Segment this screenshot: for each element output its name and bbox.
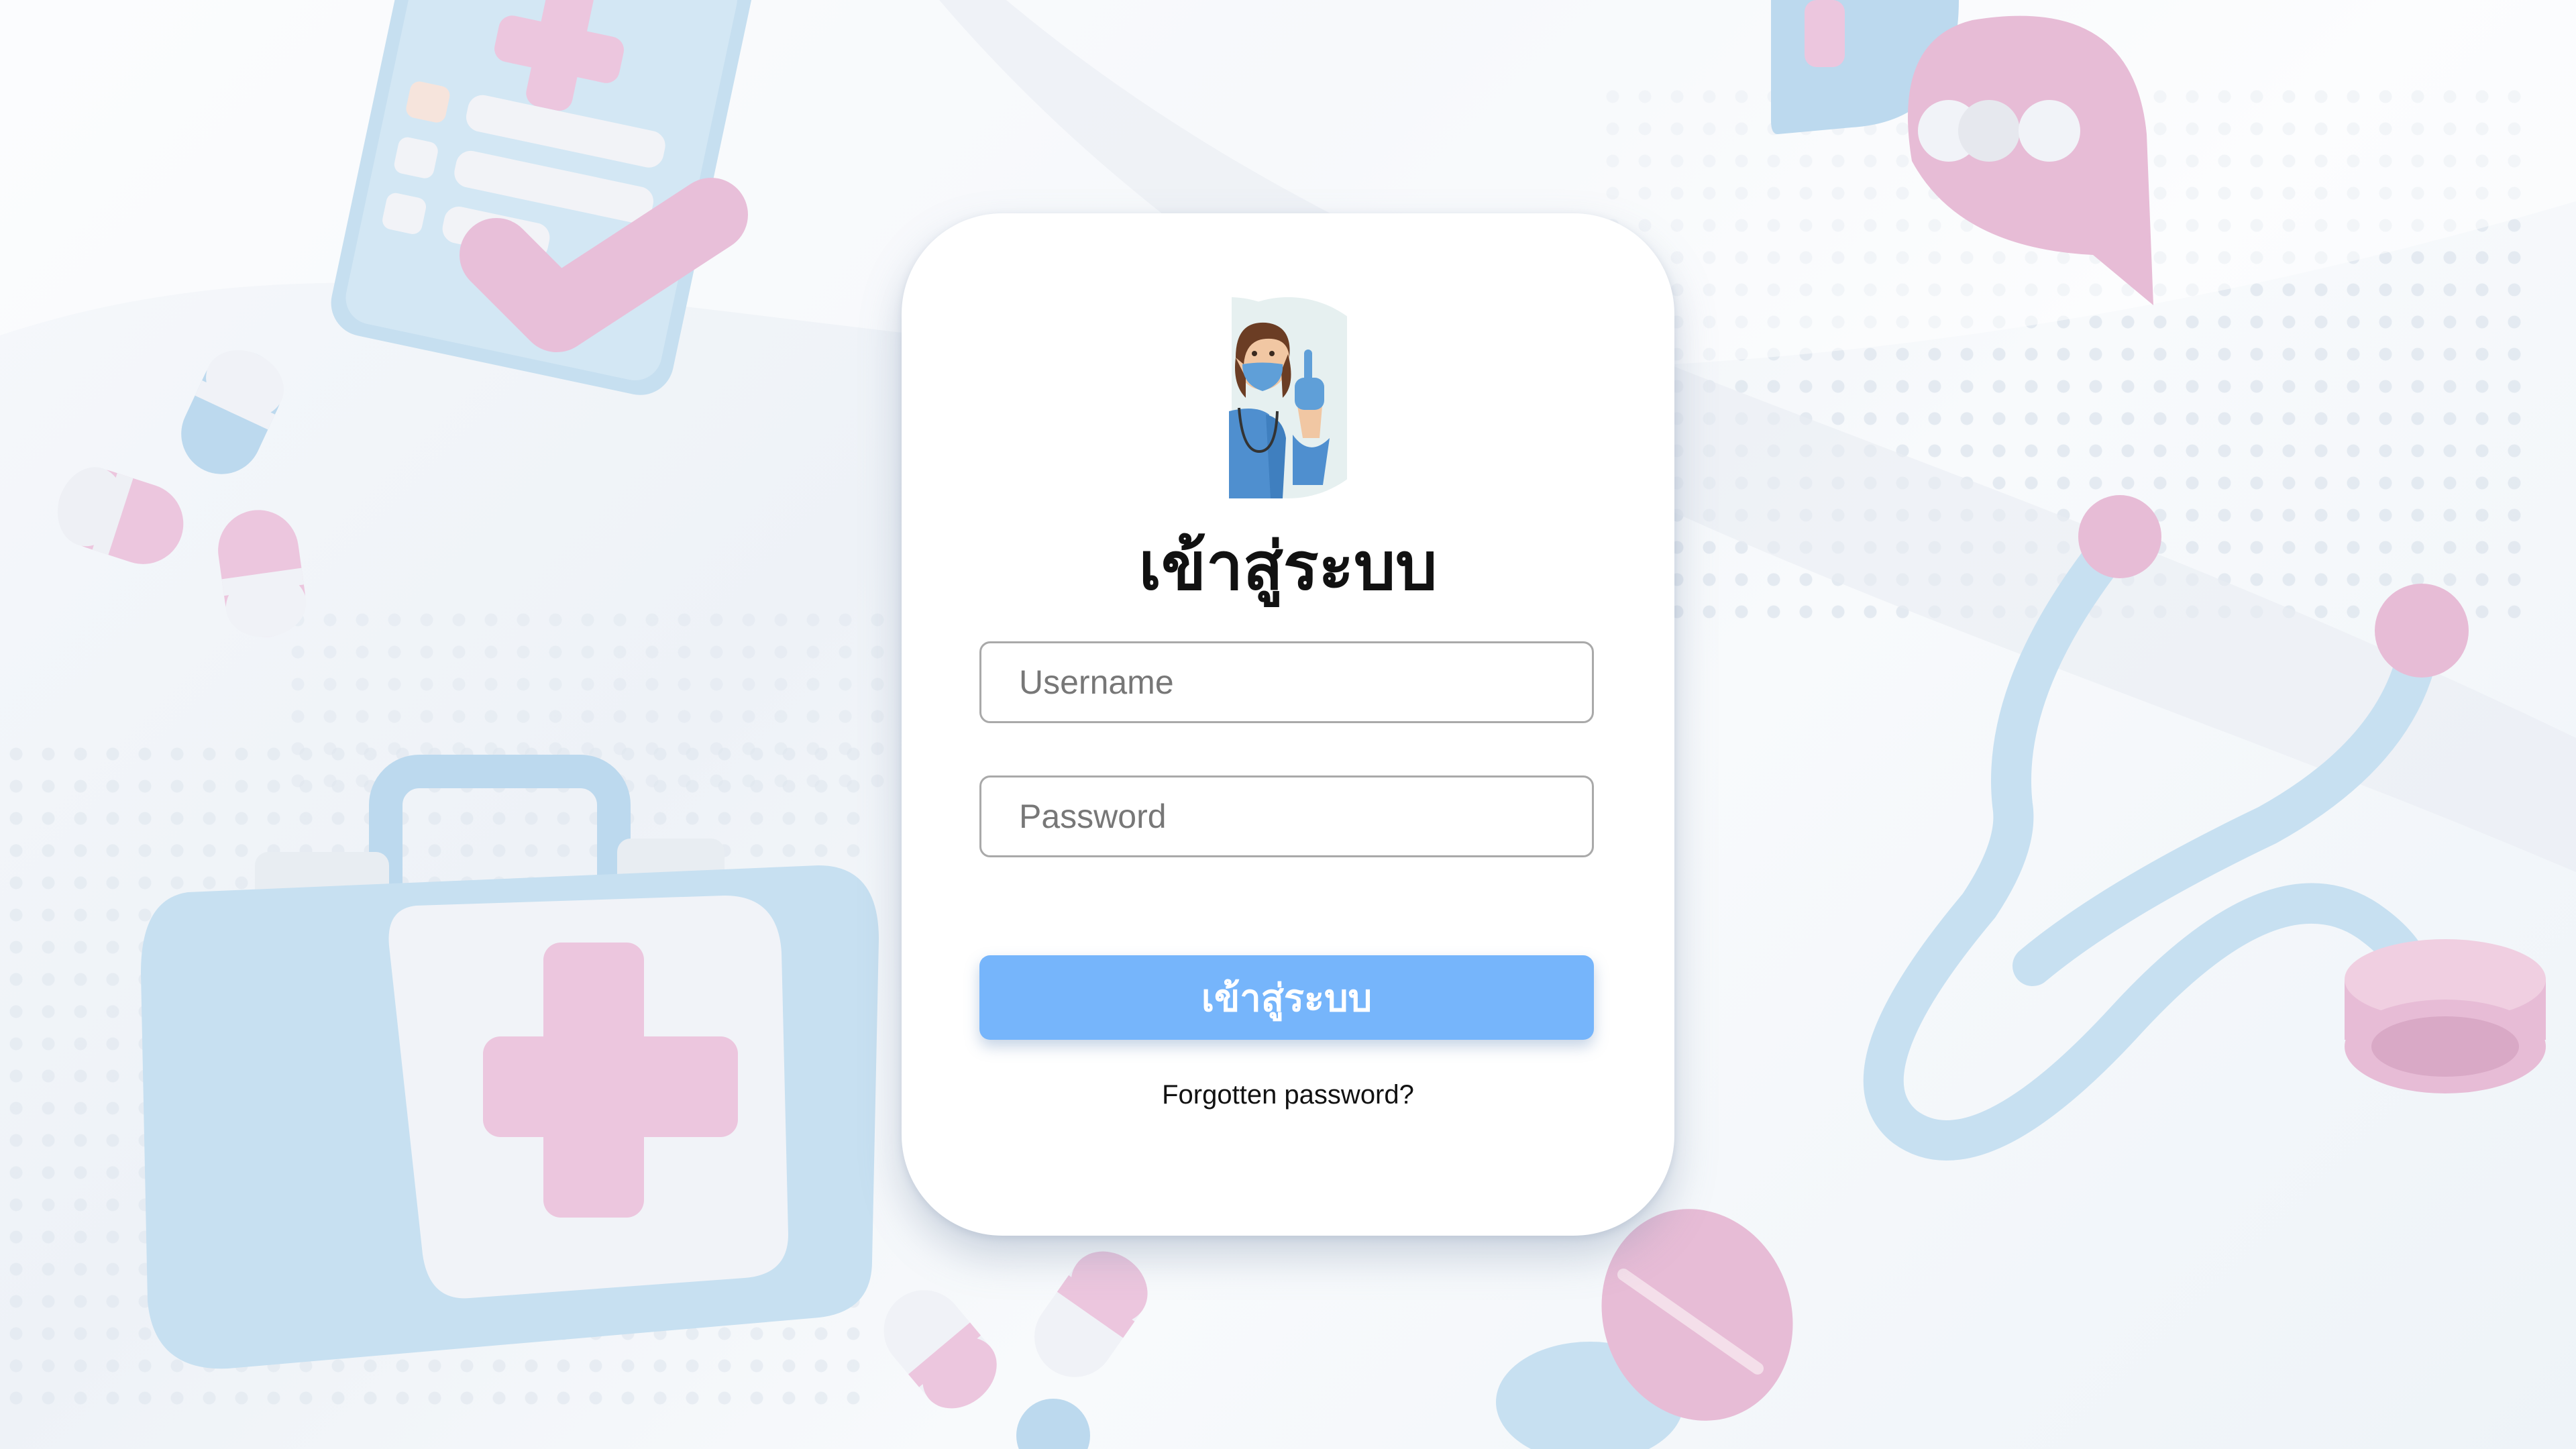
pill-icon [883, 1290, 997, 1409]
login-card: เข้าสู่ระบบ เข้าสู่ระบบ Forgotten passwo… [902, 213, 1674, 1236]
page-title: เข้าสู่ระบบ [1138, 529, 1438, 605]
pill-icon [1016, 1399, 1090, 1449]
forgot-password-link[interactable]: Forgotten password? [902, 1080, 1674, 1110]
username-input[interactable] [979, 641, 1594, 723]
nurse-avatar [1229, 297, 1347, 498]
pill-icon [181, 350, 284, 474]
pill-icon [1034, 1251, 1148, 1377]
pill-icon [57, 467, 184, 564]
login-button[interactable]: เข้าสู่ระบบ [979, 955, 1594, 1040]
password-input[interactable] [979, 775, 1594, 857]
pill-icon [218, 510, 307, 637]
first-aid-kit-icon [141, 755, 879, 1369]
